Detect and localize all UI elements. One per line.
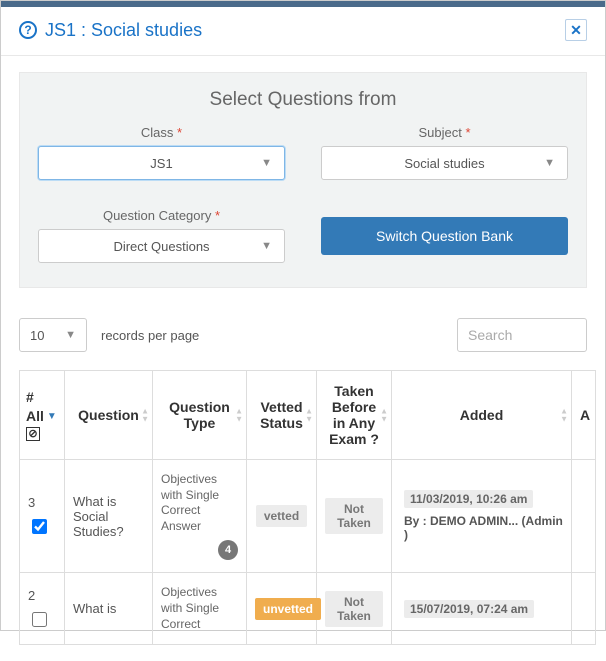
category-label: Question Category * — [103, 208, 220, 223]
subject-select[interactable]: Social studies ▼ — [321, 146, 568, 180]
page-size-value: 10 — [30, 328, 44, 343]
question-type: Objectives with Single Correct Answer — [161, 472, 238, 534]
question-type: Objectives with Single Correct — [161, 585, 238, 632]
col-index[interactable]: # All▼ ⊘ — [20, 371, 65, 460]
row-index: 2 — [28, 588, 35, 603]
per-page-label: records per page — [101, 328, 199, 343]
class-select-value: JS1 — [150, 156, 172, 171]
taken-status-badge: Not Taken — [325, 498, 383, 534]
caret-down-icon: ▼ — [65, 329, 76, 341]
row-select-checkbox[interactable] — [32, 612, 47, 627]
col-question[interactable]: Question ▲▼ — [65, 371, 153, 460]
row-select-checkbox[interactable] — [32, 519, 47, 534]
taken-status-badge: Not Taken — [325, 591, 383, 627]
switch-question-bank-button[interactable]: Switch Question Bank — [321, 217, 568, 255]
col-question-type[interactable]: Question Type ▲▼ — [153, 371, 247, 460]
subject-label: Subject * — [418, 125, 470, 140]
search-input[interactable] — [457, 318, 587, 352]
option-count-badge: 4 — [218, 540, 238, 560]
extra-cell — [572, 460, 596, 573]
table-row: 3 What is Social Studies? Objectives wit… — [20, 460, 596, 573]
col-vetted[interactable]: Vetted Status ▲▼ — [247, 371, 317, 460]
close-button[interactable]: ✕ — [565, 19, 587, 41]
added-by: By : DEMO ADMIN... (Admin ) — [404, 514, 563, 542]
class-label: Class * — [141, 125, 182, 140]
sort-icon: ▲▼ — [380, 408, 388, 423]
col-extra[interactable]: A — [572, 371, 596, 460]
sort-icon: ▲▼ — [141, 408, 149, 423]
caret-down-icon: ▼ — [261, 157, 272, 169]
table-row: 2 What is Objectives with Single Correct… — [20, 573, 596, 645]
subject-select-value: Social studies — [404, 156, 484, 171]
category-select-value: Direct Questions — [113, 239, 209, 254]
help-icon[interactable]: ? — [19, 21, 37, 39]
filter-heading: Select Questions from — [38, 89, 568, 111]
caret-down-icon: ▼ — [544, 157, 555, 169]
question-cell: What is — [65, 573, 153, 645]
col-taken[interactable]: Taken Before in Any Exam ? ▲▼ — [317, 371, 392, 460]
sort-caret-icon: ▼ — [47, 411, 57, 422]
sort-icon: ▲▼ — [305, 408, 313, 423]
sort-icon: ▲▼ — [560, 408, 568, 423]
class-select[interactable]: JS1 ▼ — [38, 146, 285, 180]
page-size-select[interactable]: 10 ▼ — [19, 318, 87, 352]
row-index: 3 — [28, 495, 35, 510]
added-date: 11/03/2019, 10:26 am — [404, 490, 533, 508]
caret-down-icon: ▼ — [261, 240, 272, 252]
questions-table: # All▼ ⊘ Question ▲▼ Question Type ▲▼ Ve… — [19, 370, 596, 645]
modal-header: ? JS1 : Social studies ✕ — [1, 7, 605, 56]
extra-cell — [572, 573, 596, 645]
vetted-status-badge: unvetted — [255, 598, 321, 620]
question-cell: What is Social Studies? — [65, 460, 153, 573]
sort-icon: ▲▼ — [235, 408, 243, 423]
category-select[interactable]: Direct Questions ▼ — [38, 229, 285, 263]
col-added[interactable]: Added ▲▼ — [392, 371, 572, 460]
added-date: 15/07/2019, 07:24 am — [404, 600, 534, 618]
modal-title-text: JS1 : Social studies — [45, 20, 202, 41]
vetted-status-badge: vetted — [256, 505, 307, 527]
filter-panel: Select Questions from Class * JS1 ▼ Subj… — [19, 72, 587, 288]
select-all-checkbox[interactable]: ⊘ — [26, 427, 40, 441]
